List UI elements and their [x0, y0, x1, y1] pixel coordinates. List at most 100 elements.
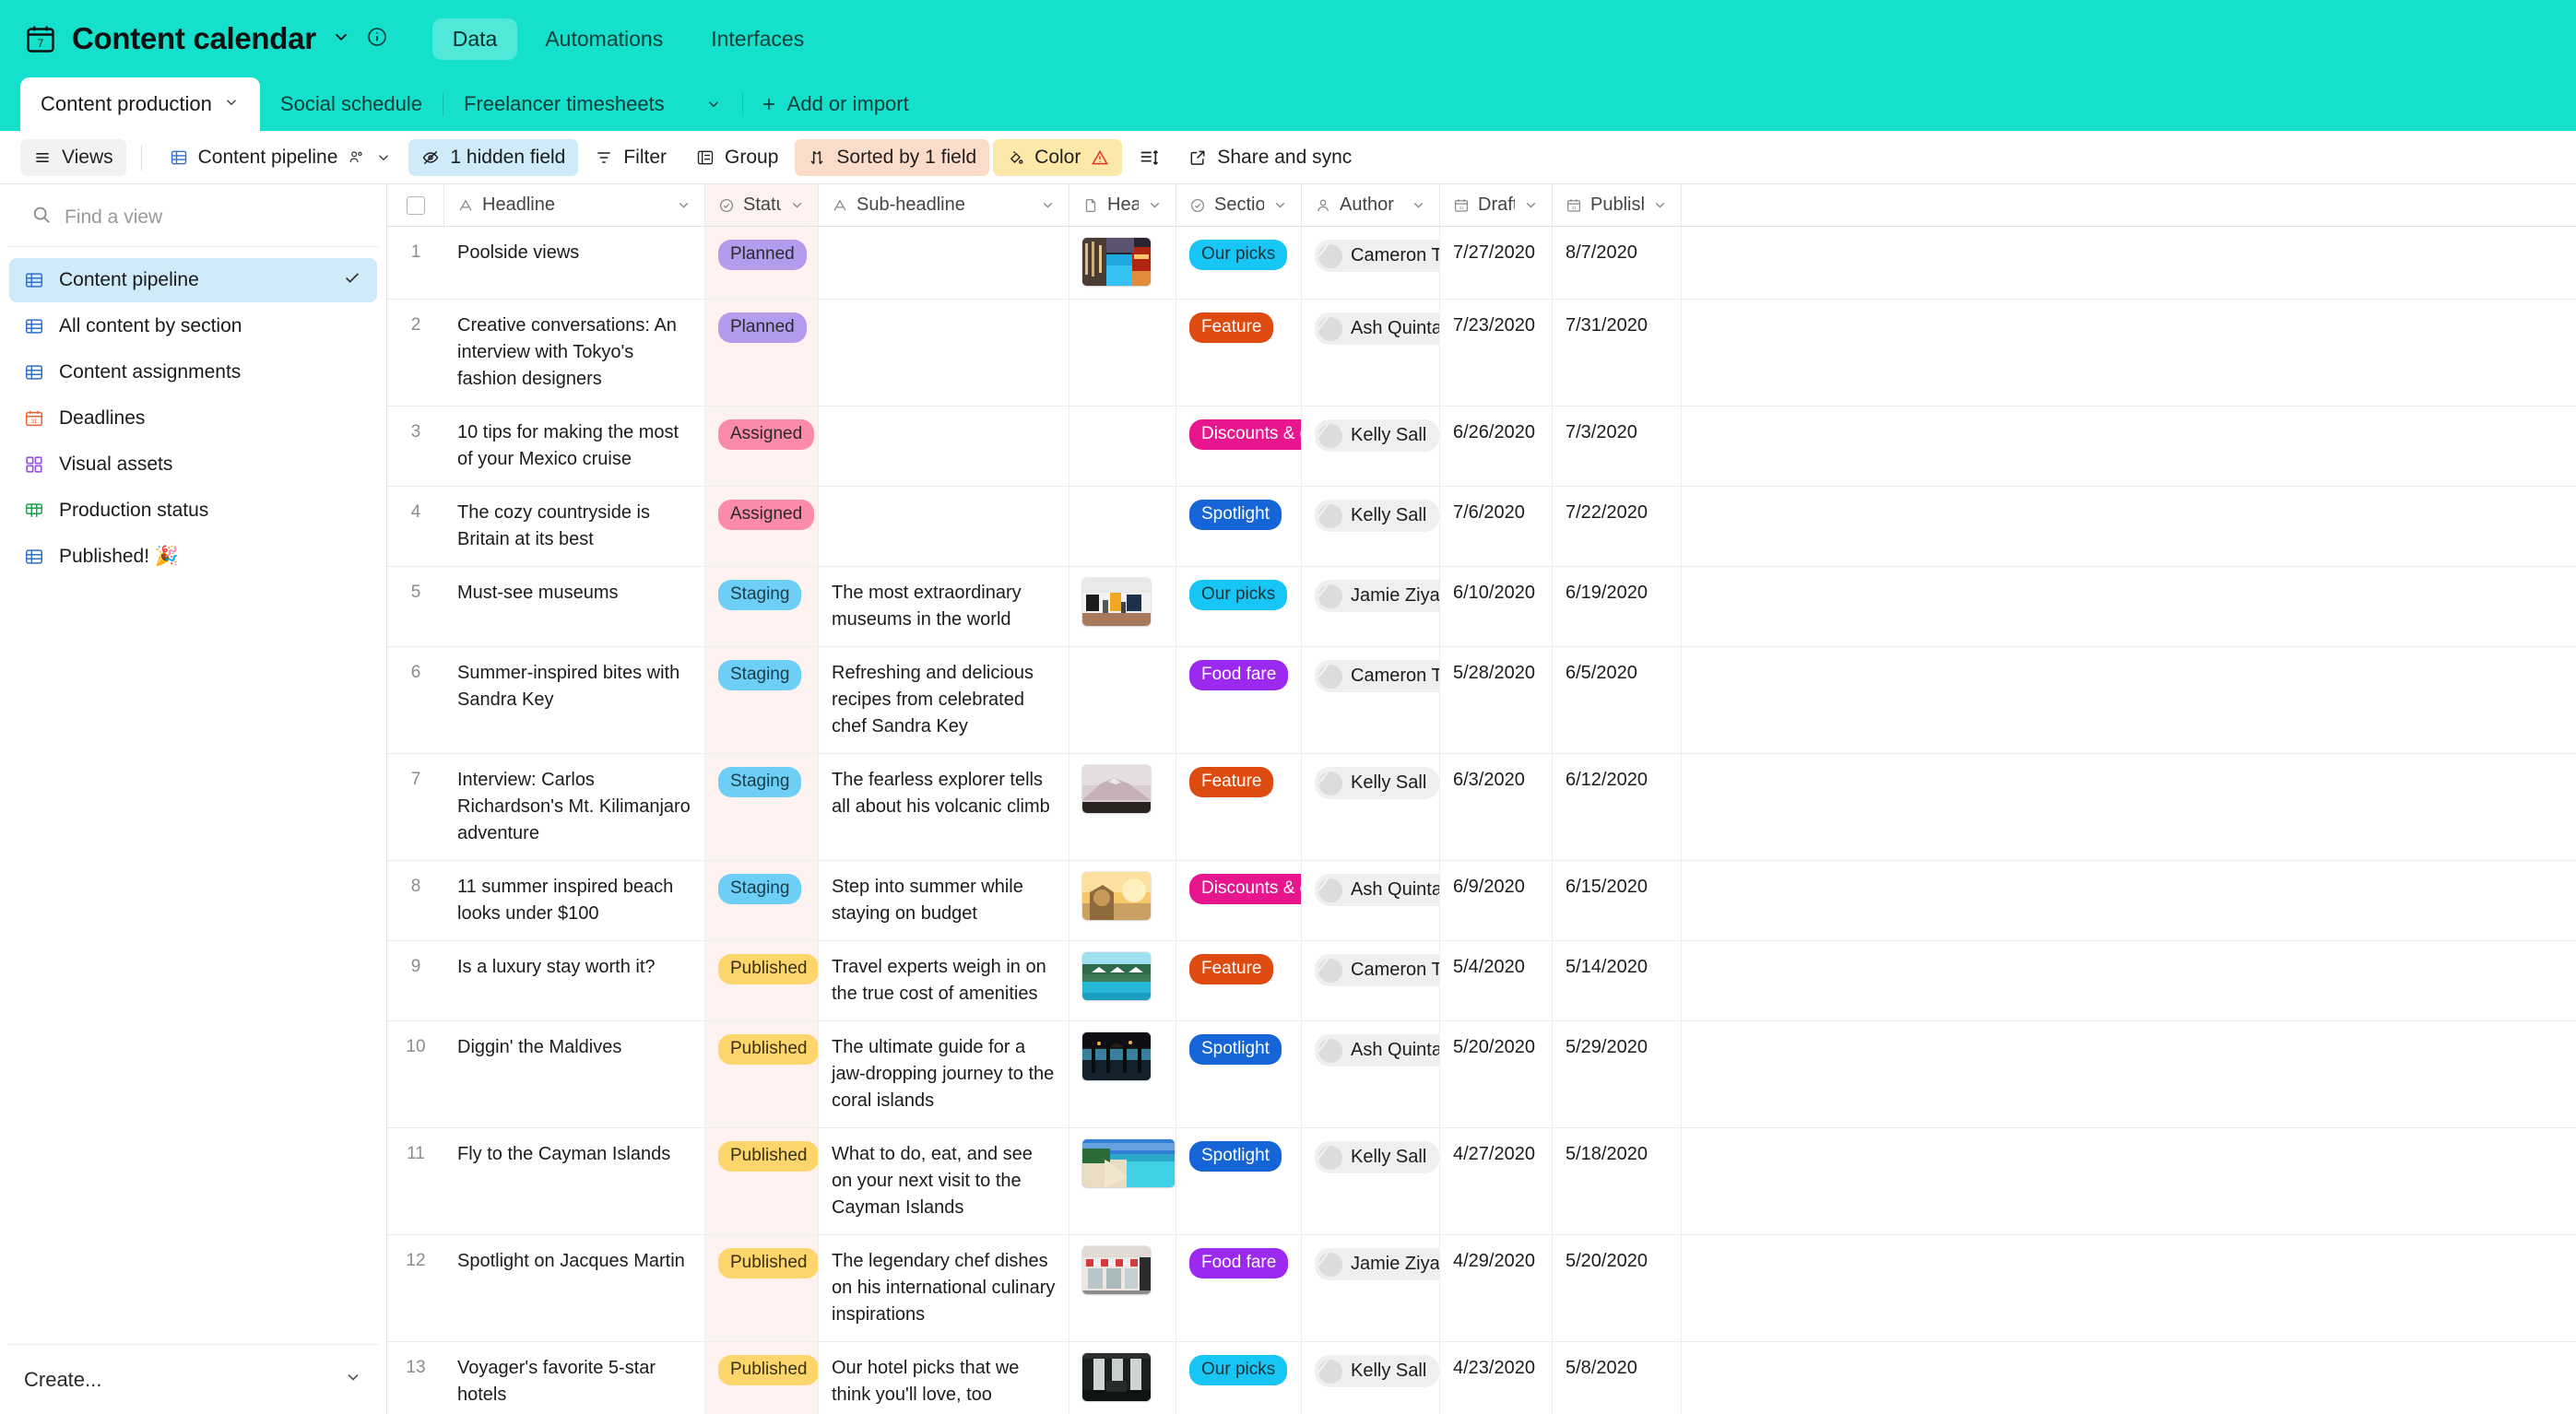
cell-draft-due[interactable]: 7/23/2020	[1440, 300, 1553, 406]
share-and-sync-button[interactable]: Share and sync	[1176, 139, 1365, 176]
add-or-import-button[interactable]: Add or import	[743, 77, 926, 131]
cell-publish-date[interactable]: 7/31/2020	[1553, 300, 1682, 406]
table-tab-freelancer-timesheets[interactable]: Freelancer timesheets	[443, 77, 685, 131]
cell-section[interactable]: Feature	[1176, 941, 1302, 1020]
cell-header-image[interactable]	[1069, 1128, 1176, 1234]
cell-draft-due[interactable]: 6/9/2020	[1440, 861, 1553, 940]
sidebar-item-deadlines[interactable]: 31 Deadlines	[9, 396, 377, 441]
table-tab-social-schedule[interactable]: Social schedule	[260, 77, 443, 131]
header-image-thumbnail[interactable]	[1082, 578, 1151, 626]
cell-header-image[interactable]	[1069, 487, 1176, 566]
chevron-down-icon[interactable]	[1147, 197, 1163, 213]
cell-sub-headline[interactable]: The most extraordinary museums in the wo…	[819, 567, 1069, 646]
table-row[interactable]: 8 11 summer inspired beach looks under $…	[387, 861, 2576, 941]
sidebar-item-content-assignments[interactable]: Content assignments	[9, 350, 377, 395]
cell-status[interactable]: Published	[705, 1021, 819, 1127]
chevron-down-icon[interactable]	[789, 197, 805, 213]
cell-section[interactable]: Spotlight	[1176, 487, 1302, 566]
header-image-thumbnail[interactable]	[1082, 1246, 1151, 1294]
table-tab-content-production[interactable]: Content production	[20, 77, 260, 131]
cell-draft-due[interactable]: 6/3/2020	[1440, 754, 1553, 860]
cell-headline[interactable]: The cozy countryside is Britain at its b…	[444, 487, 705, 566]
cell-author[interactable]: Cameron Toth	[1302, 941, 1440, 1020]
header-image-thumbnail[interactable]	[1082, 238, 1151, 286]
chevron-down-icon[interactable]	[344, 1368, 362, 1391]
cell-publish-date[interactable]: 5/20/2020	[1553, 1235, 1682, 1341]
cell-draft-due[interactable]: 4/27/2020	[1440, 1128, 1553, 1234]
header-image-thumbnail[interactable]	[1082, 872, 1151, 920]
table-row[interactable]: 10 Diggin' the Maldives Published The ul…	[387, 1021, 2576, 1128]
cell-header-image[interactable]	[1069, 407, 1176, 486]
cell-header-image[interactable]	[1069, 647, 1176, 753]
cell-section[interactable]: Food fare	[1176, 1235, 1302, 1341]
chevron-down-icon[interactable]	[1652, 197, 1668, 213]
cell-publish-date[interactable]: 7/3/2020	[1553, 407, 1682, 486]
group-button[interactable]: Group	[683, 139, 791, 176]
cell-publish-date[interactable]: 6/19/2020	[1553, 567, 1682, 646]
filter-button[interactable]: Filter	[582, 139, 679, 176]
column-header-section[interactable]: Section	[1176, 184, 1302, 226]
find-view-input[interactable]	[65, 206, 355, 229]
cell-header-image[interactable]	[1069, 941, 1176, 1020]
cell-author[interactable]: Kelly Sall	[1302, 754, 1440, 860]
cell-author[interactable]: Kelly Sall	[1302, 407, 1440, 486]
cell-author[interactable]: Jamie Ziya	[1302, 567, 1440, 646]
cell-draft-due[interactable]: 7/6/2020	[1440, 487, 1553, 566]
top-nav-item-automations[interactable]: Automations	[525, 18, 683, 60]
table-row[interactable]: 2 Creative conversations: An interview w…	[387, 300, 2576, 407]
table-row[interactable]: 4 The cozy countryside is Britain at its…	[387, 487, 2576, 567]
header-image-thumbnail[interactable]	[1082, 765, 1151, 813]
cell-sub-headline[interactable]: The legendary chef dishes on his interna…	[819, 1235, 1069, 1341]
table-row[interactable]: 7 Interview: Carlos Richardson's Mt. Kil…	[387, 754, 2576, 861]
cell-status[interactable]: Planned	[705, 300, 819, 406]
cell-sub-headline[interactable]	[819, 487, 1069, 566]
cell-section[interactable]: Our picks	[1176, 567, 1302, 646]
cell-header-image[interactable]	[1069, 861, 1176, 940]
cell-publish-date[interactable]: 5/8/2020	[1553, 1342, 1682, 1414]
cell-author[interactable]: Ash Quintana	[1302, 861, 1440, 940]
cell-draft-due[interactable]: 5/4/2020	[1440, 941, 1553, 1020]
cell-status[interactable]: Staging	[705, 861, 819, 940]
cell-sub-headline[interactable]	[819, 300, 1069, 406]
sidebar-item-production-status[interactable]: Production status	[9, 489, 377, 533]
cell-author[interactable]: Kelly Sall	[1302, 1342, 1440, 1414]
cell-sub-headline[interactable]: The ultimate guide for a jaw-dropping jo…	[819, 1021, 1069, 1127]
cell-publish-date[interactable]: 5/18/2020	[1553, 1128, 1682, 1234]
cell-author[interactable]: Ash Quintana	[1302, 1021, 1440, 1127]
sidebar-item-visual-assets[interactable]: Visual assets	[9, 442, 377, 487]
hidden-fields-button[interactable]: 1 hidden field	[408, 138, 579, 176]
cell-publish-date[interactable]: 6/12/2020	[1553, 754, 1682, 860]
cell-headline[interactable]: Must-see museums	[444, 567, 705, 646]
cell-section[interactable]: Discounts & deals	[1176, 861, 1302, 940]
cell-draft-due[interactable]: 7/27/2020	[1440, 227, 1553, 299]
cell-status[interactable]: Published	[705, 1128, 819, 1234]
table-row[interactable]: 6 Summer-inspired bites with Sandra Key …	[387, 647, 2576, 754]
cell-section[interactable]: Feature	[1176, 754, 1302, 860]
cell-sub-headline[interactable]	[819, 407, 1069, 486]
chevron-down-icon[interactable]	[223, 92, 240, 116]
cell-author[interactable]: Ash Quintana	[1302, 300, 1440, 406]
color-button[interactable]: Color	[993, 138, 1123, 176]
cell-publish-date[interactable]: 6/15/2020	[1553, 861, 1682, 940]
sidebar-item-all-content-by-section[interactable]: All content by section	[9, 304, 377, 348]
cell-draft-due[interactable]: 5/20/2020	[1440, 1021, 1553, 1127]
chevron-down-icon[interactable]	[1523, 197, 1539, 213]
cell-headline[interactable]: Fly to the Cayman Islands	[444, 1128, 705, 1234]
row-height-button[interactable]	[1126, 139, 1172, 176]
header-image-thumbnail[interactable]	[1082, 952, 1151, 1000]
table-row[interactable]: 13 Voyager's favorite 5-star hotels Publ…	[387, 1342, 2576, 1414]
cell-header-image[interactable]	[1069, 1342, 1176, 1414]
cell-sub-headline[interactable]: Our hotel picks that we think you'll lov…	[819, 1342, 1069, 1414]
cell-headline[interactable]: Voyager's favorite 5-star hotels	[444, 1342, 705, 1414]
cell-headline[interactable]: 10 tips for making the most of your Mexi…	[444, 407, 705, 486]
cell-draft-due[interactable]: 6/26/2020	[1440, 407, 1553, 486]
cell-headline[interactable]: Is a luxury stay worth it?	[444, 941, 705, 1020]
cell-publish-date[interactable]: 5/14/2020	[1553, 941, 1682, 1020]
chevron-down-icon[interactable]	[1040, 197, 1056, 213]
cell-headline[interactable]: Poolside views	[444, 227, 705, 299]
chevron-down-icon[interactable]	[1411, 197, 1426, 213]
cell-headline[interactable]: Interview: Carlos Richardson's Mt. Kilim…	[444, 754, 705, 860]
cell-publish-date[interactable]: 7/22/2020	[1553, 487, 1682, 566]
cell-status[interactable]: Assigned	[705, 407, 819, 486]
cell-headline[interactable]: Diggin' the Maldives	[444, 1021, 705, 1127]
